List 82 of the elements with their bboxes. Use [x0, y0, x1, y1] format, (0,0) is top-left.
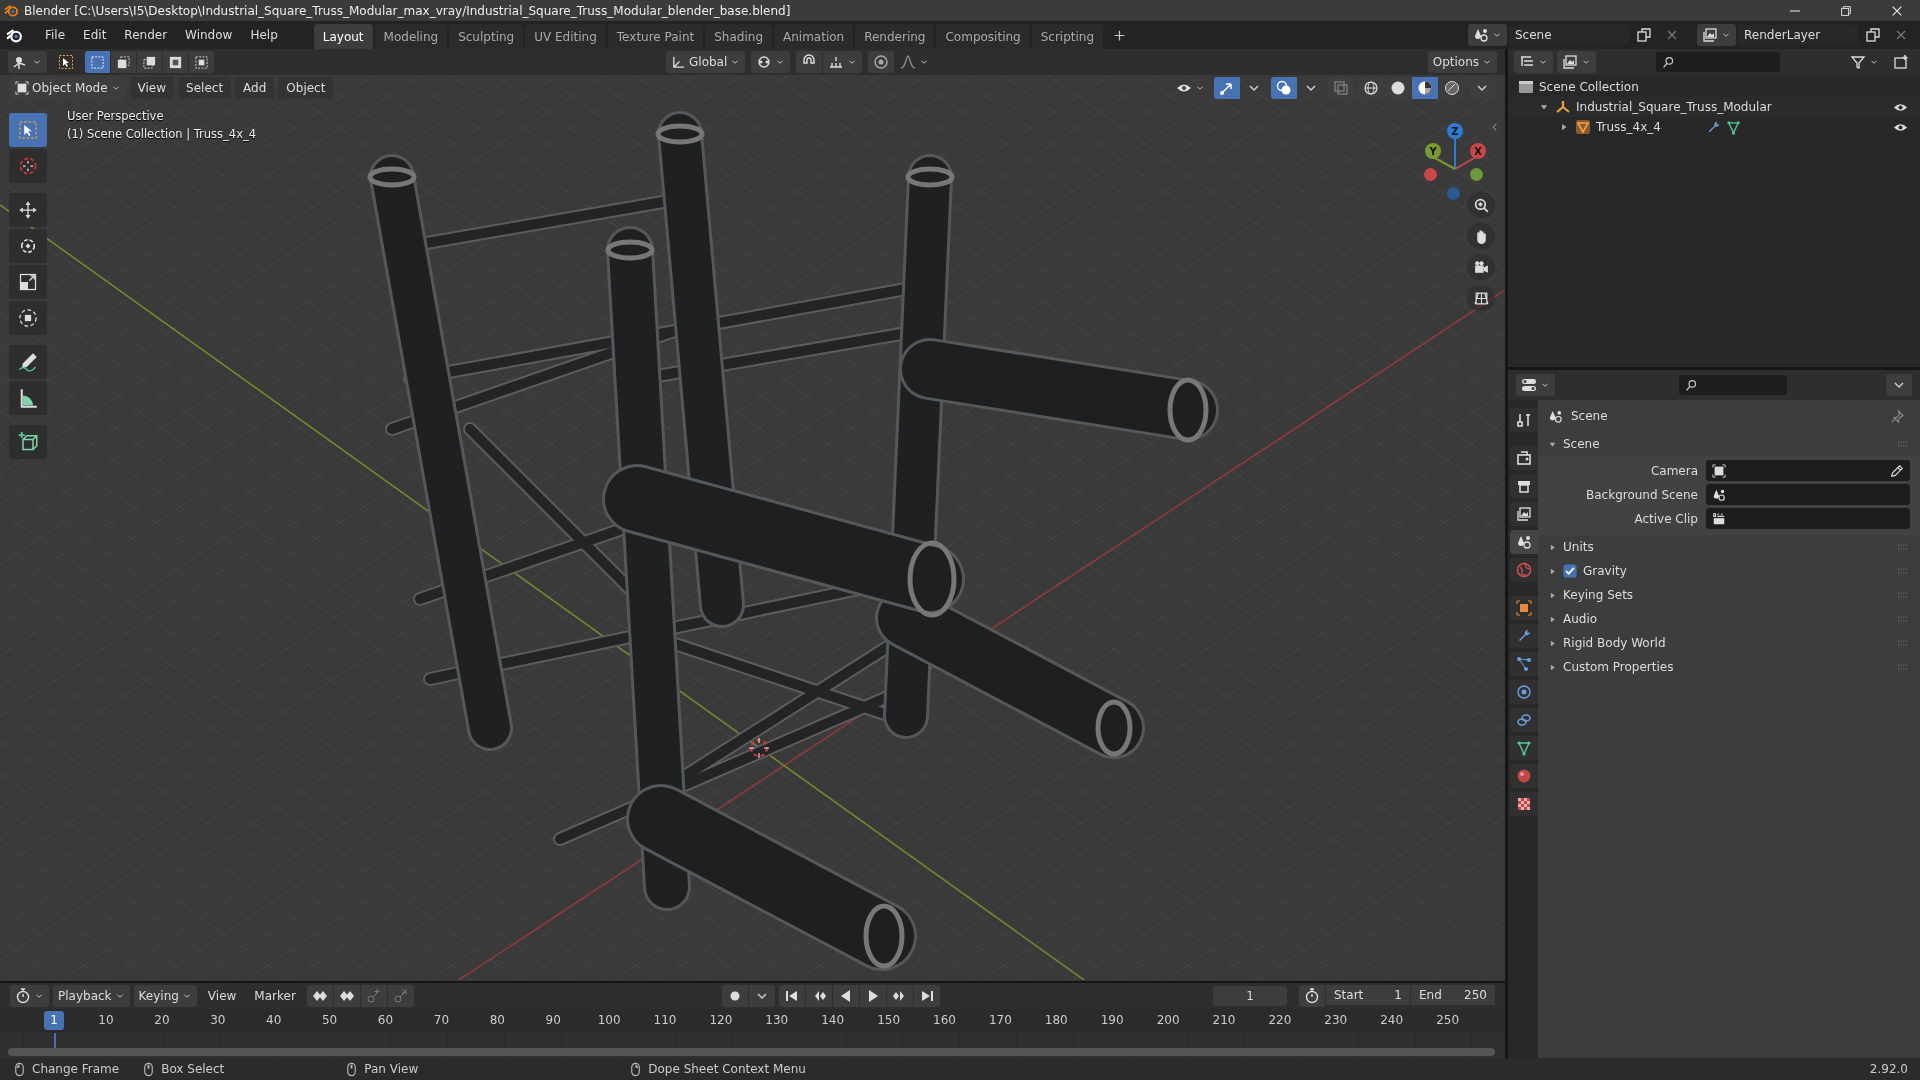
- menu-item[interactable]: Help: [242, 25, 286, 45]
- status-hint: Change Frame: [32, 1062, 120, 1076]
- workspace-tab[interactable]: Animation: [774, 24, 854, 49]
- frame-number: 190: [1100, 1013, 1124, 1027]
- frame-number: 60: [377, 1013, 394, 1027]
- frame-number: 90: [545, 1013, 561, 1027]
- outliner-item[interactable]: Industrial_Square_Truss_Modular: [1576, 100, 1886, 114]
- panel-header[interactable]: Scene: [1538, 432, 1920, 456]
- frame-number: 250: [1436, 1013, 1460, 1027]
- scene-name-field[interactable]: Scene: [1509, 25, 1629, 45]
- frame-number: 30: [210, 1013, 226, 1027]
- frame-number: 240: [1380, 1013, 1404, 1027]
- status-hint: Box Select: [161, 1062, 225, 1076]
- view-layer-name-field[interactable]: RenderLayer: [1738, 25, 1858, 45]
- start-frame-field[interactable]: Start 1: [1326, 985, 1410, 1005]
- frame-number: 160: [933, 1013, 956, 1027]
- menu-item[interactable]: Playback: [53, 985, 130, 1007]
- workspace-tab[interactable]: Scripting: [1031, 24, 1104, 49]
- field-label: Camera: [1649, 463, 1698, 478]
- panel-header[interactable]: Rigid Body World: [1538, 631, 1920, 655]
- status-hint: Pan View: [364, 1062, 419, 1076]
- frame-number: 150: [877, 1013, 901, 1027]
- panel-header[interactable]: Custom Properties: [1538, 655, 1920, 679]
- panel-header[interactable]: Gravity: [1538, 559, 1920, 583]
- frame-number: 10: [98, 1013, 114, 1027]
- workspace-tab[interactable]: Layout: [313, 24, 373, 49]
- menu-item[interactable]: Add: [235, 77, 275, 99]
- axis-gizmo-handle[interactable]: Z: [1447, 123, 1463, 139]
- frame-number: 40: [266, 1013, 282, 1027]
- frame-number: 80: [489, 1013, 505, 1027]
- menu-item[interactable]: Window: [177, 25, 241, 45]
- version-label: 2.92.0: [1869, 1062, 1908, 1076]
- menu-item[interactable]: Select: [178, 77, 232, 99]
- context-title: Scene: [1571, 409, 1608, 423]
- outliner-item[interactable]: Truss_4x_4: [1596, 120, 1701, 134]
- panel-header[interactable]: Audio: [1538, 607, 1920, 631]
- frame-number: 210: [1212, 1013, 1236, 1027]
- current-frame-field[interactable]: 1: [1213, 986, 1287, 1006]
- menu-item[interactable]: View: [200, 986, 244, 1006]
- frame-number: 170: [988, 1013, 1012, 1027]
- status-hint: Dope Sheet Context Menu: [648, 1062, 806, 1076]
- frame-number: 110: [653, 1013, 677, 1027]
- frame-number: 70: [433, 1013, 450, 1027]
- panel-header[interactable]: Units: [1538, 535, 1920, 559]
- menu-item[interactable]: Render: [116, 25, 176, 45]
- options-dropdown[interactable]: Options: [1427, 51, 1497, 73]
- menu-item[interactable]: Marker: [247, 986, 303, 1006]
- window-title: Blender [C:\Users\I5\Desktop\Industrial_Square_Truss_Modular_max_vray/Industrial_Square_Truss_Modular_blender_base.blend]: [24, 3, 792, 18]
- viewport-info-text: User Perspective: [67, 108, 164, 125]
- workspace-tab[interactable]: Sculpting: [449, 24, 524, 49]
- end-frame-field[interactable]: End 250: [1411, 985, 1495, 1005]
- orientation-dropdown[interactable]: Global: [666, 51, 746, 73]
- frame-number: 130: [765, 1013, 789, 1027]
- frame-number: 140: [821, 1013, 845, 1027]
- frame-number: 50: [321, 1013, 338, 1027]
- axis-gizmo-handle[interactable]: Y: [1425, 143, 1441, 159]
- frame-number: 220: [1268, 1013, 1292, 1027]
- frame-number: 20: [154, 1013, 170, 1027]
- viewport-info-text: (1) Scene Collection | Truss_4x_4: [67, 126, 256, 143]
- field-label: Active Clip: [1633, 511, 1698, 526]
- frame-number: 200: [1156, 1013, 1180, 1027]
- playhead[interactable]: 1: [44, 1011, 64, 1030]
- menu-item[interactable]: Keying: [133, 985, 197, 1007]
- axis-gizmo-handle[interactable]: X: [1470, 143, 1486, 159]
- menu-item[interactable]: View: [129, 77, 175, 99]
- frame-number: 230: [1324, 1013, 1348, 1027]
- outliner-item[interactable]: Scene Collection: [1539, 80, 1910, 94]
- frame-number: 120: [709, 1013, 733, 1027]
- frame-number: 100: [597, 1013, 621, 1027]
- workspace-tab[interactable]: Texture Paint: [607, 24, 704, 49]
- field-label: Background Scene: [1585, 487, 1698, 502]
- workspace-tab[interactable]: Compositing: [936, 24, 1030, 49]
- workspace-tab[interactable]: Modeling: [374, 24, 448, 49]
- frame-number: 180: [1044, 1013, 1068, 1027]
- workspace-tab[interactable]: Rendering: [855, 24, 935, 49]
- menu-item[interactable]: Edit: [75, 25, 115, 45]
- menu-item[interactable]: Object: [278, 77, 334, 99]
- mode-dropdown[interactable]: Object Mode: [10, 77, 126, 99]
- workspace-tab[interactable]: UV Editing: [525, 24, 606, 49]
- panel-header[interactable]: Keying Sets: [1538, 583, 1920, 607]
- workspace-tab[interactable]: Shading: [705, 24, 772, 49]
- menu-item[interactable]: File: [37, 25, 74, 45]
